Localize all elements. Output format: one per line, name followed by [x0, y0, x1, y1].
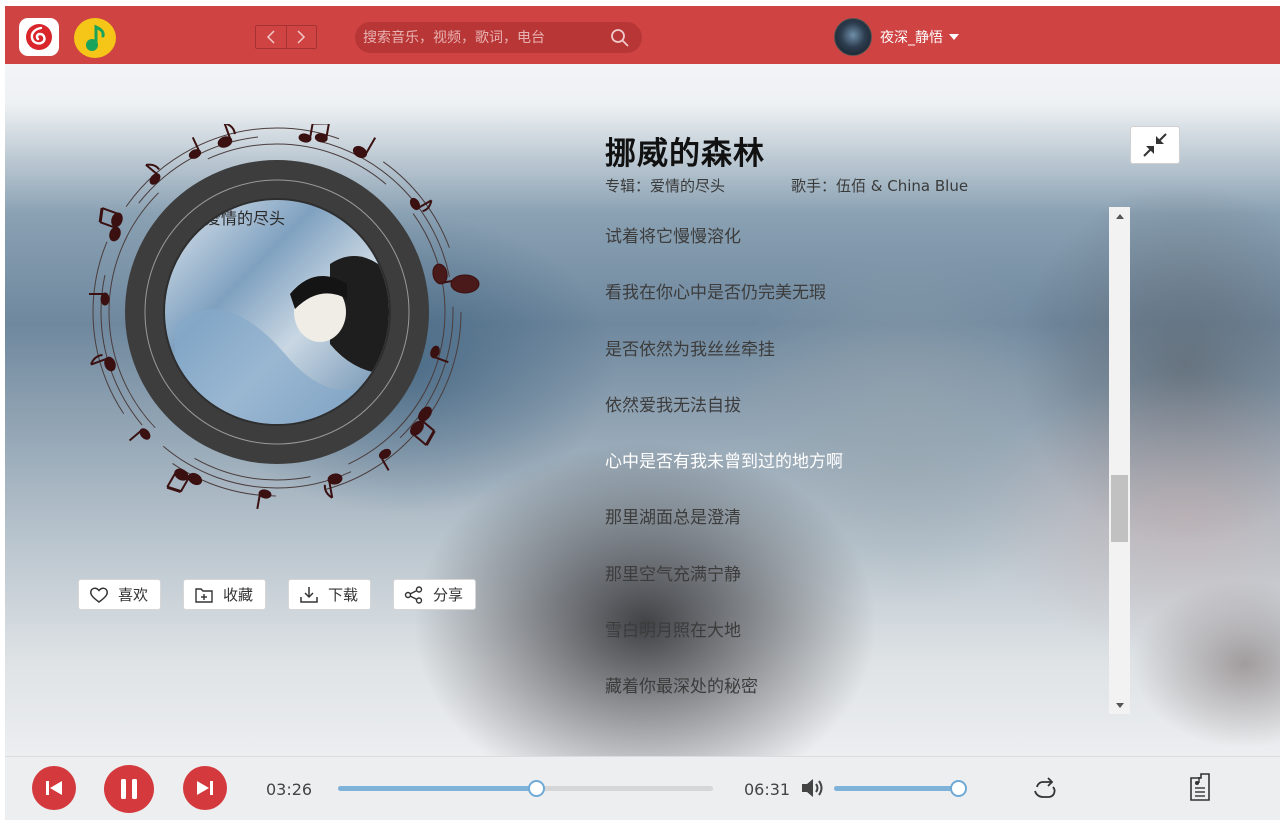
lyric-line[interactable]: 那里空气充满宁静 — [605, 547, 1105, 603]
user-menu[interactable]: 夜深_静悟 — [834, 18, 959, 56]
skip-previous-icon — [46, 781, 62, 795]
collect-label: 收藏 — [223, 586, 254, 604]
history-nav — [255, 25, 317, 49]
minimize-arrows-icon — [1143, 133, 1167, 157]
scroll-up-button[interactable] — [1109, 207, 1130, 225]
music-note-icon — [86, 24, 105, 51]
download-label: 下载 — [328, 586, 359, 604]
avatar[interactable] — [834, 18, 872, 56]
song-actions: 喜欢 收藏 下载 分享 — [78, 579, 498, 610]
download-button[interactable]: 下载 — [288, 579, 372, 610]
lyrics-panel[interactable]: 试着将它慢慢溶化 看我在你心中是否仍完美无瑕 是否依然为我丝丝牵挂 依然爱我无法… — [605, 209, 1105, 714]
progress-fill — [338, 786, 536, 791]
collect-button[interactable]: 收藏 — [183, 579, 267, 610]
song-title: 挪威的森林 — [605, 136, 765, 172]
lyric-line[interactable]: 那里湖面总是澄清 — [605, 490, 1105, 546]
volume-slider[interactable] — [834, 780, 967, 797]
player-bar: 03:26 06:31 — [5, 756, 1280, 820]
repeat-icon[interactable] — [1031, 777, 1057, 801]
pause-button[interactable] — [104, 765, 154, 813]
volume-knob[interactable] — [950, 780, 967, 797]
album-link[interactable]: 专辑：爱情的尽头 — [605, 175, 725, 196]
now-playing-view: 爱情的尽头 喜欢 收藏 下载 分享 挪威的森林 专辑：爱情的尽头 歌手：伍佰 &… — [5, 64, 1280, 756]
share-button[interactable]: 分享 — [393, 579, 477, 610]
collapse-button[interactable] — [1130, 126, 1180, 164]
like-button[interactable]: 喜欢 — [78, 579, 162, 610]
lyric-line[interactable]: 依然爱我无法自拔 — [605, 378, 1105, 434]
heart-icon — [90, 587, 108, 603]
forward-button[interactable] — [285, 26, 316, 48]
chevron-right-icon — [297, 30, 306, 44]
volume-icon[interactable] — [800, 777, 824, 799]
song-meta: 专辑：爱情的尽头 歌手：伍佰 & China Blue — [605, 175, 968, 196]
current-time: 03:26 — [266, 780, 313, 799]
progress-bar[interactable] — [338, 780, 713, 797]
share-icon — [404, 585, 423, 604]
volume-fill — [834, 786, 958, 791]
share-label: 分享 — [433, 586, 464, 604]
search-box — [355, 22, 642, 53]
lyric-line[interactable]: 看我在你心中是否仍完美无瑕 — [605, 265, 1105, 321]
lyric-line[interactable]: 是否依然为我丝丝牵挂 — [605, 322, 1105, 378]
caret-down-icon[interactable] — [949, 34, 959, 40]
lyric-line[interactable]: 试着将它慢慢溶化 — [605, 209, 1105, 265]
progress-knob[interactable] — [527, 780, 545, 797]
username[interactable]: 夜深_静悟 — [880, 27, 943, 47]
lyrics-scrollbar[interactable] — [1109, 207, 1130, 714]
skip-next-icon — [197, 781, 213, 795]
scrollbar-thumb[interactable] — [1111, 475, 1128, 542]
netease-music-logo[interactable] — [19, 18, 59, 56]
previous-button[interactable] — [32, 766, 76, 810]
folder-add-icon — [195, 587, 213, 603]
top-bar: 夜深_静悟 — [5, 6, 1280, 64]
triangle-up-icon — [1115, 213, 1124, 219]
back-button[interactable] — [256, 26, 286, 48]
music-notes-ring: 爱情的尽头 — [89, 121, 480, 510]
album-cover: 爱情的尽头 — [165, 200, 389, 424]
music-player-window: 夜深_静悟 — [5, 6, 1280, 820]
artist-link[interactable]: 歌手：伍佰 & China Blue — [791, 175, 968, 196]
search-input[interactable] — [363, 26, 603, 49]
scroll-down-button[interactable] — [1109, 696, 1130, 714]
album-disc: 爱情的尽头 — [85, 121, 485, 514]
netease-logo-icon — [26, 24, 52, 50]
triangle-down-icon — [1115, 702, 1124, 708]
playlist-icon[interactable] — [1187, 772, 1213, 802]
download-icon — [300, 586, 318, 603]
total-time: 06:31 — [744, 780, 791, 799]
search-icon[interactable] — [610, 28, 630, 48]
lyric-line[interactable]: 藏着你最深处的秘密 — [605, 659, 1105, 714]
lyric-line[interactable]: 雪白明月照在大地 — [605, 603, 1105, 659]
like-label: 喜欢 — [118, 586, 149, 604]
qq-music-logo[interactable] — [74, 18, 116, 58]
chevron-left-icon — [266, 30, 275, 44]
next-button[interactable] — [183, 766, 227, 810]
pause-icon — [121, 779, 137, 799]
lyric-line-current[interactable]: 心中是否有我未曾到过的地方啊 — [605, 434, 1105, 490]
